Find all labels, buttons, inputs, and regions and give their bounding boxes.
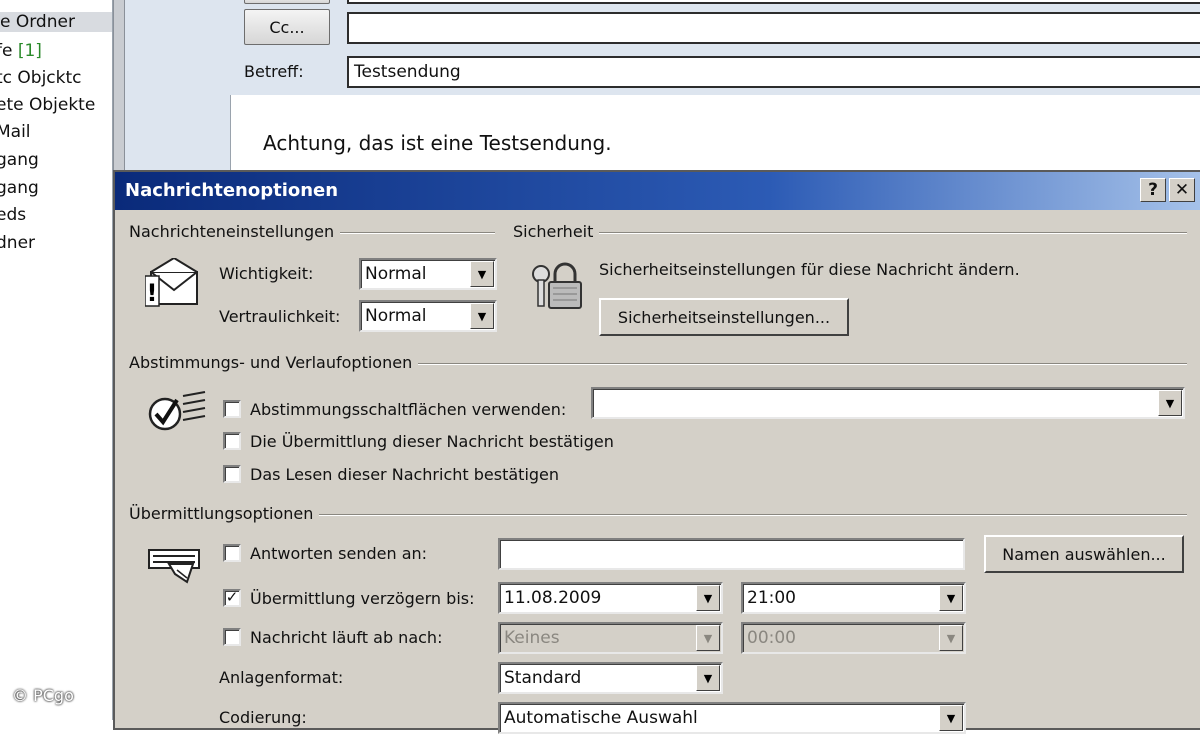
folder-item-deleted[interactable]: ete Objekte	[0, 95, 95, 115]
dialog-title: Nachrichtenoptionen	[125, 180, 339, 201]
message-body-text: Achtung, das ist eine Testsendung.	[263, 131, 612, 155]
delivery-heading: Übermittlungsoptionen	[129, 504, 320, 523]
voting-options-select[interactable]: ▼	[591, 387, 1185, 419]
delay-date-value: 11.08.2009	[504, 588, 602, 608]
chevron-down-icon[interactable]: ▼	[470, 261, 494, 287]
importance-value: Normal	[365, 264, 427, 284]
chevron-down-icon[interactable]: ▼	[696, 665, 720, 691]
close-button[interactable]: ✕	[1169, 178, 1195, 202]
security-settings-button[interactable]: Sicherheitseinstellungen...	[599, 298, 849, 336]
message-settings-heading: Nachrichteneinstellungen	[129, 222, 341, 241]
expires-label: Nachricht läuft ab nach:	[250, 628, 443, 647]
read-receipt-checkbox[interactable]	[223, 465, 241, 483]
chevron-down-icon: ▼	[939, 625, 963, 651]
subject-field[interactable]: Testsendung	[347, 56, 1200, 88]
attachment-format-select[interactable]: Standard ▼	[498, 662, 723, 694]
folder-label: Mail	[0, 122, 31, 142]
expires-date-value: Keines	[504, 628, 560, 648]
read-receipt-label: Das Lesen dieser Nachricht bestätigen	[250, 465, 560, 484]
chevron-down-icon[interactable]: ▼	[939, 585, 963, 611]
cc-button-label: Cc...	[269, 17, 305, 37]
to-button[interactable]	[244, 0, 330, 4]
delivery-receipt-label: Die Übermittlung dieser Nachricht bestät…	[250, 432, 614, 451]
importance-select[interactable]: Normal ▼	[359, 258, 497, 290]
chevron-down-icon: ▼	[696, 625, 720, 651]
delay-delivery-label: Übermittlung verzögern bis:	[250, 589, 475, 608]
chevron-down-icon[interactable]: ▼	[696, 585, 720, 611]
attachment-format-value: Standard	[504, 668, 582, 688]
message-options-dialog: Nachrichtenoptionen ? ✕ Nachrichteneinst…	[113, 170, 1200, 734]
security-settings-button-label: Sicherheitseinstellungen...	[617, 307, 831, 327]
padlock-keys-icon	[532, 262, 582, 309]
folder-label: dner	[0, 233, 36, 253]
folder-label: gang	[0, 150, 39, 170]
folder-label: e Ordner	[0, 12, 75, 32]
importance-label: Wichtigkeit:	[219, 264, 314, 283]
encoding-label: Codierung:	[219, 708, 307, 727]
use-voting-label: Abstimmungsschaltflächen verwenden:	[250, 400, 567, 419]
checkmark-icon: ✓	[225, 588, 239, 606]
security-description: Sicherheitseinstellungen für diese Nachr…	[599, 260, 1020, 279]
reply-to-checkbox[interactable]	[223, 544, 241, 562]
folder-item-outbox[interactable]: gang	[0, 178, 39, 198]
chevron-down-icon[interactable]: ▼	[1158, 390, 1182, 416]
delay-date-select[interactable]: 11.08.2009 ▼	[498, 582, 723, 614]
attachment-format-label: Anlagenformat:	[219, 668, 344, 687]
checkmark-voting-icon	[148, 391, 206, 431]
cc-button[interactable]: Cc...	[244, 9, 330, 45]
security-heading: Sicherheit	[513, 222, 600, 241]
encoding-value: Automatische Auswahl	[504, 708, 698, 728]
cc-field[interactable]	[347, 12, 1200, 44]
help-button[interactable]: ?	[1140, 178, 1166, 202]
delay-delivery-checkbox[interactable]: ✓	[223, 589, 241, 607]
folder-label: tc Objcktc	[0, 68, 82, 88]
section-divider	[515, 232, 1187, 234]
folder-item-inbox2[interactable]: gang	[0, 150, 39, 170]
folder-label: gang	[0, 178, 39, 198]
expires-time-value: 00:00	[747, 628, 796, 648]
expires-date-select: Keines ▼	[498, 622, 723, 654]
expires-time-select: 00:00 ▼	[741, 622, 966, 654]
envelope-exclamation-icon: !	[145, 258, 198, 307]
sensitivity-value: Normal	[365, 306, 427, 326]
subject-label: Betreff:	[244, 62, 304, 81]
chevron-down-icon[interactable]: ▼	[470, 303, 494, 329]
folder-item-junk[interactable]: Mail	[0, 122, 31, 142]
delay-time-value: 21:00	[747, 588, 796, 608]
folder-item-feeds[interactable]: eds	[0, 205, 26, 225]
sensitivity-label: Vertraulichkeit:	[219, 307, 341, 326]
expires-checkbox[interactable]	[223, 628, 241, 646]
voting-heading: Abstimmungs- und Verlaufoptionen	[129, 353, 419, 372]
chevron-down-icon[interactable]: ▼	[939, 705, 963, 731]
select-names-button-label: Namen auswählen...	[1002, 544, 1166, 564]
watermark: © PCgo	[12, 686, 74, 705]
folder-item-all[interactable]: e Ordner	[0, 12, 112, 32]
sensitivity-select[interactable]: Normal ▼	[359, 300, 497, 332]
subject-value: Testsendung	[354, 62, 461, 82]
delay-time-select[interactable]: 21:00 ▼	[741, 582, 966, 614]
reply-to-input[interactable]	[498, 538, 965, 570]
delivery-envelope-icon	[148, 549, 200, 584]
folder-label: eds	[0, 205, 27, 225]
to-field[interactable]	[347, 0, 1200, 4]
folder-item-search[interactable]: dner	[0, 233, 35, 253]
select-names-button[interactable]: Namen auswählen...	[984, 535, 1184, 573]
reply-to-label: Antworten senden an:	[250, 544, 428, 563]
svg-text:!: !	[147, 279, 158, 307]
folder-pane: e Ordner fe [1] tc Objcktc ete Objekte M…	[0, 0, 113, 720]
folder-label: fe	[0, 41, 13, 61]
folder-item-inbox[interactable]: fe [1]	[0, 41, 42, 61]
use-voting-checkbox[interactable]	[223, 400, 241, 418]
folder-label: ete Objekte	[0, 95, 96, 115]
dialog-titlebar[interactable]: Nachrichtenoptionen ? ✕	[115, 172, 1200, 210]
delivery-receipt-checkbox[interactable]	[223, 432, 241, 450]
encoding-select[interactable]: Automatische Auswahl ▼	[498, 702, 966, 734]
unread-count: [1]	[17, 41, 42, 61]
folder-item-sent[interactable]: tc Objcktc	[0, 68, 82, 88]
